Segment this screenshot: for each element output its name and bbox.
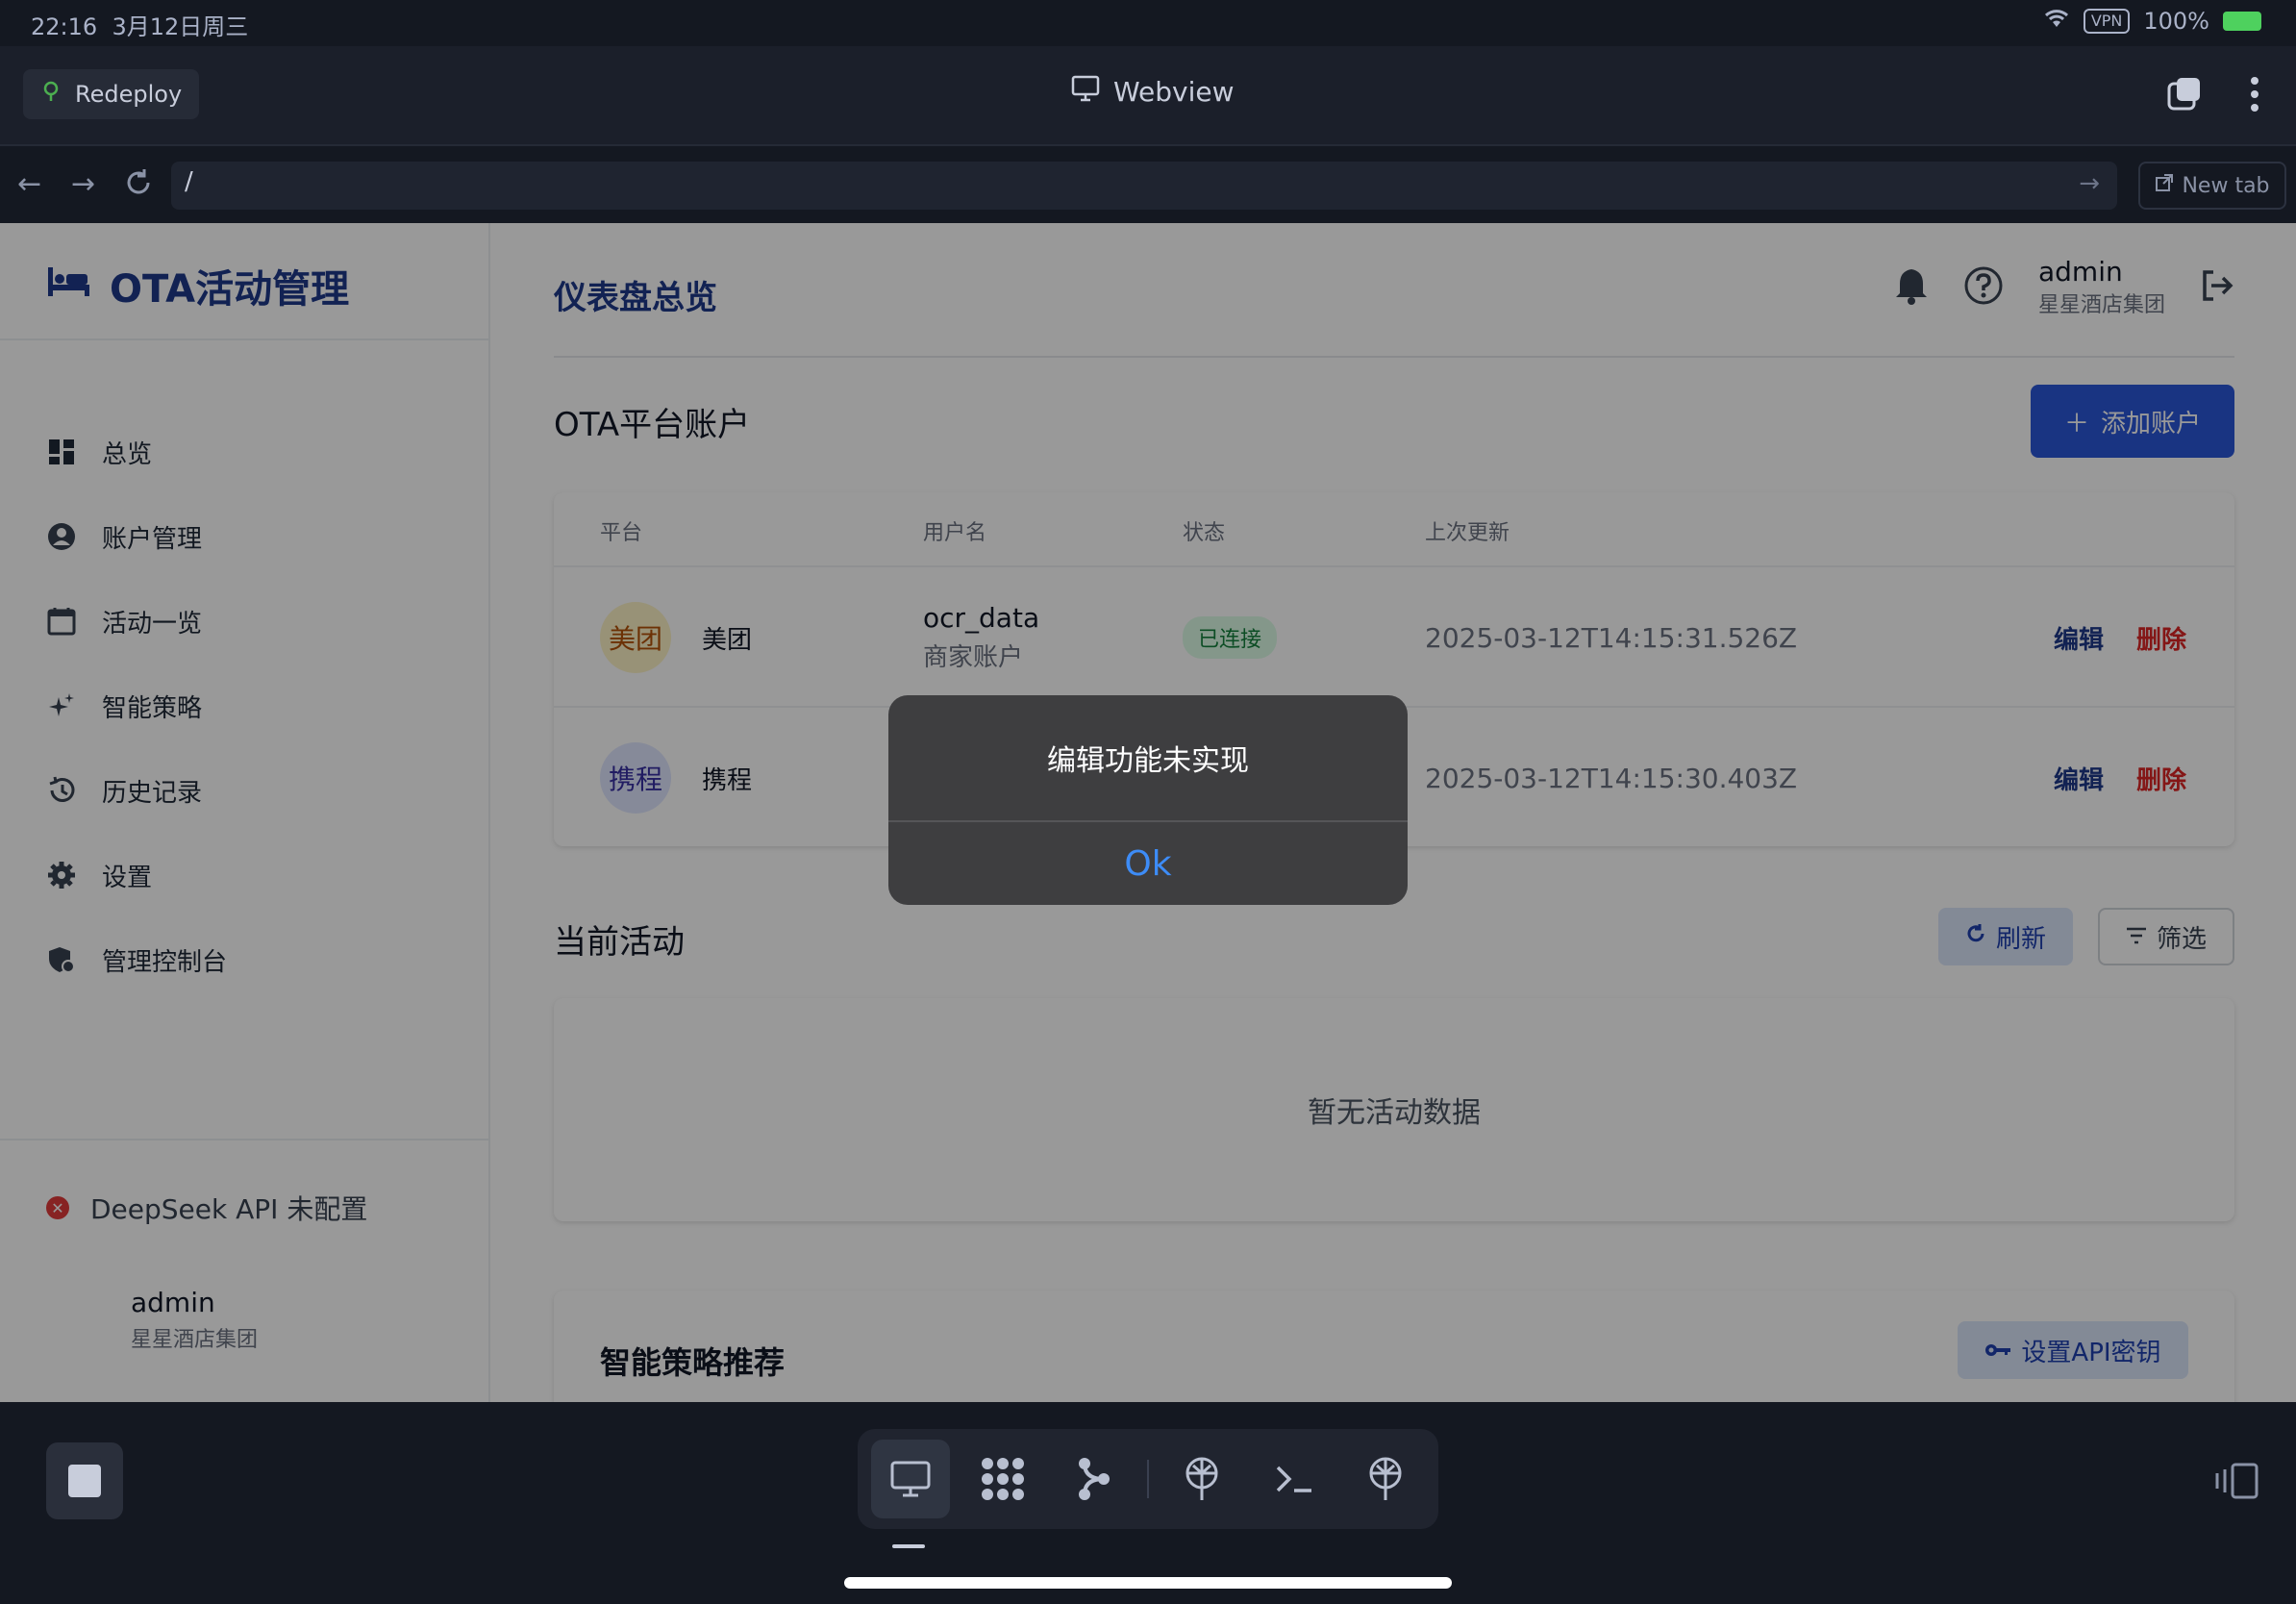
- wifi-icon: [2043, 8, 2070, 35]
- url-input[interactable]: / →: [171, 162, 2117, 210]
- status-time: 22:16 3月12日周三: [31, 13, 249, 40]
- webview-tab-icon[interactable]: [871, 1440, 950, 1518]
- go-arrow-icon[interactable]: →: [2079, 169, 2100, 198]
- redeploy-icon: [40, 81, 62, 108]
- terminal-icon[interactable]: [1255, 1440, 1334, 1518]
- status-right: VPN 100%: [2043, 8, 2261, 35]
- dock-separator: [1147, 1460, 1149, 1498]
- back-arrow-icon[interactable]: ←: [17, 167, 41, 201]
- bottom-dock: [0, 1402, 2296, 1604]
- deploy-icon[interactable]: [1162, 1440, 1241, 1518]
- url-text: /: [185, 167, 193, 196]
- grid-dots-icon[interactable]: [963, 1440, 1042, 1518]
- git-branch-icon[interactable]: [1055, 1440, 1134, 1518]
- battery-percent: 100%: [2143, 8, 2209, 35]
- battery-icon: [2223, 12, 2261, 31]
- status-bar: 22:16 3月12日周三 VPN 100%: [0, 0, 2296, 46]
- alert-dialog: 编辑功能未实现 Ok: [888, 695, 1408, 905]
- new-tab-label: New tab: [2182, 173, 2270, 198]
- stop-icon: [68, 1465, 101, 1497]
- deploy-alt-icon[interactable]: [1346, 1440, 1425, 1518]
- active-tab-indicator: [892, 1544, 925, 1548]
- vpn-badge: VPN: [2083, 9, 2131, 34]
- stop-button[interactable]: [46, 1442, 123, 1519]
- redeploy-button[interactable]: Redeploy: [23, 69, 200, 119]
- top-bar-actions: [2165, 75, 2259, 117]
- new-tab-button[interactable]: New tab: [2138, 162, 2286, 210]
- external-link-icon: [2155, 173, 2174, 198]
- split-view-icon[interactable]: [2213, 1462, 2259, 1504]
- webview-title-text: Webview: [1113, 76, 1235, 108]
- more-vertical-icon[interactable]: [2250, 75, 2259, 117]
- dock-toolbar: [858, 1429, 1438, 1529]
- redeploy-label: Redeploy: [75, 81, 183, 108]
- forward-arrow-icon[interactable]: →: [71, 167, 95, 201]
- home-indicator[interactable]: [844, 1577, 1452, 1589]
- alert-ok-button[interactable]: Ok: [888, 822, 1408, 905]
- reload-icon[interactable]: [123, 167, 154, 206]
- tabs-icon[interactable]: [2165, 75, 2204, 117]
- app-top-bar: Redeploy Webview: [0, 46, 2296, 146]
- url-bar: ← → / → New tab: [0, 146, 2296, 223]
- alert-message: 编辑功能未实现: [1047, 744, 1249, 778]
- monitor-icon: [1071, 75, 1100, 109]
- webview-title: Webview: [1071, 75, 1235, 109]
